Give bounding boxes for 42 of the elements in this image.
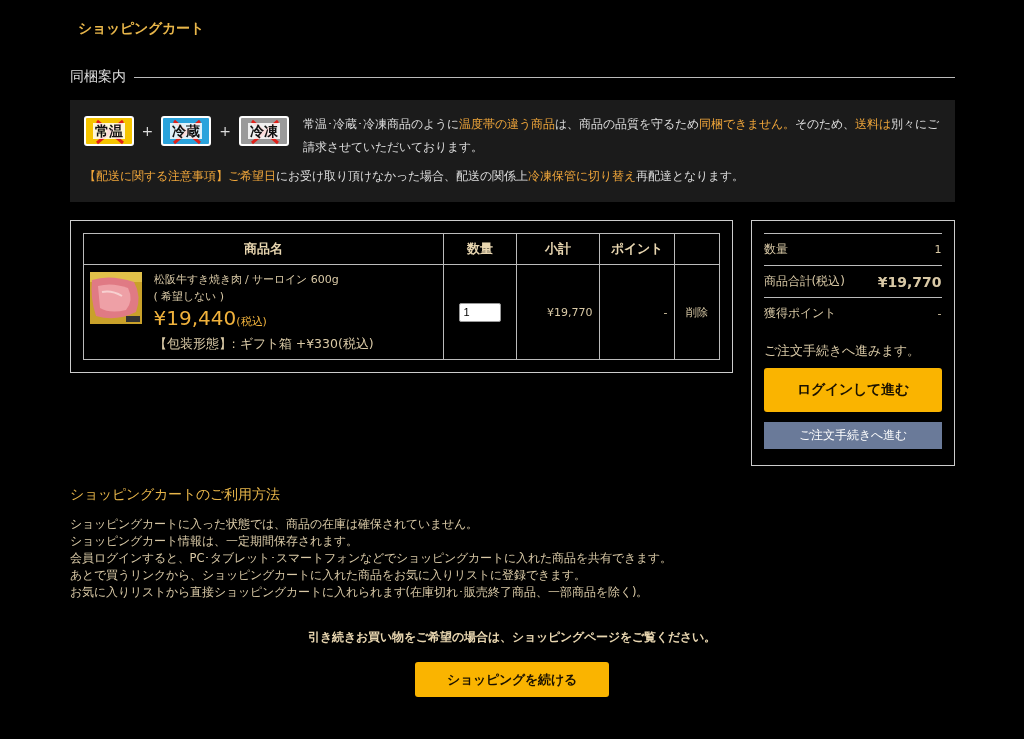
summary-value: 1 [934,243,942,256]
product-option: ( 希望しない ) [153,288,374,304]
continue-button[interactable]: ショッピングを続ける [415,662,609,697]
summary-label: 商品合計(税込) [763,273,845,290]
summary-note: ご注文手続きへ進みます。 [763,343,921,360]
caution-text: 【配送に関する注意事項】ご希望日にお受け取り頂けなかった場合、配送の関係上冷凍保管に切り替え再配達となります。 [83,168,745,185]
summary-value: ¥19,770 [877,273,942,290]
column-header: 商品名 [83,233,443,265]
quantity-field[interactable]: 1 [458,302,501,322]
usage-text: 会員ログインすると、PC･タブレット･スマートフォンなどでショッピングカートに入れた商品を共有できます。 [69,550,674,567]
subtotal-text: ¥19,770 [547,305,593,319]
column-header: 小計 [516,233,599,265]
summary-value: - [937,307,942,320]
plus-sign: + [141,121,154,141]
points-text: - [663,305,668,319]
badge-label: 冷凍 [247,123,280,139]
proceed-button[interactable]: ご注文手続きへ進む [763,422,942,449]
page-title: ショッピングカート [77,20,205,38]
usage-text: あとで買うリンクから、ショッピングカートに入れた商品をお気に入りリストに登録できます。 [69,567,587,584]
badge-label: 常温 [92,123,125,139]
section-title: 同梱案内 [69,68,126,86]
column-header: 数量 [443,233,516,265]
usage-text: ショッピングカート情報は、一定期間保存されます。 [69,533,359,550]
wrapping-text: 【包装形態】: ギフト箱 +¥330(税込) [153,335,374,353]
continue-message: 引き続きお買い物をご希望の場合は、ショッピングページをご覧ください。 [308,629,716,646]
product-name: 松阪牛すき焼き肉 / サーロイン 600g [153,271,340,287]
tax-note: (税込) [236,313,267,329]
login-button[interactable]: ログインして進む [763,368,942,412]
plus-sign: + [219,121,231,141]
badge-label: 冷蔵 [170,123,203,139]
delete-link[interactable]: 削除 [685,305,708,319]
cross-icon [248,119,281,145]
usage-text: ショッピングカートに入った状態では、商品の在庫は確保されていません。 [69,516,479,533]
product-price: ¥19,440 [153,305,237,330]
summary-label: 獲得ポイント [763,305,836,322]
cross-icon [93,119,126,145]
column-header: ポイント [599,233,674,265]
usage-heading: ショッピングカートのご利用方法 [69,486,281,504]
usage-text: お気に入りリストから直接ショッピングカートに入れられます(在庫切れ･販売終了商品、一部商品を除く)。 [69,584,650,601]
cross-icon [171,119,204,145]
summary-label: 数量 [763,241,788,258]
notice-text: 常温･冷蔵･冷凍商品のように温度帯の違う商品は、商品の品質を守るため同梱できません。そのため、送料は別々にご請求させていただいております。 [302,116,940,156]
